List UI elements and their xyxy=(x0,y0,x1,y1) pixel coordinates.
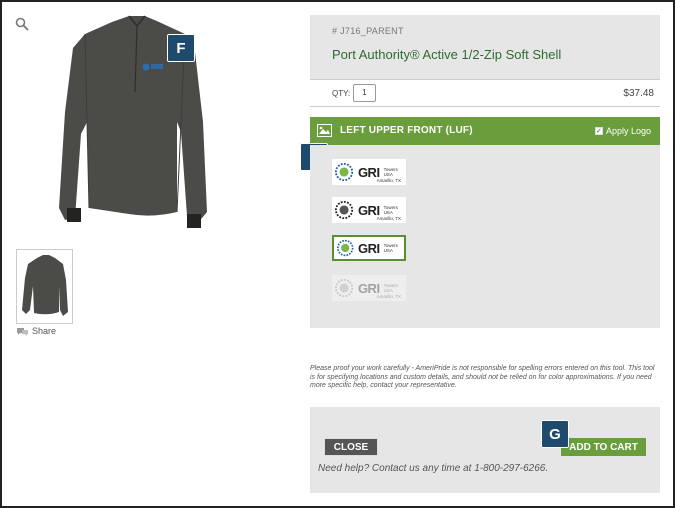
logo-subtext: Towers USA xyxy=(383,243,398,253)
logo-option-2[interactable]: GRI Towers USA Amarillo, TX xyxy=(332,197,406,223)
help-text: Need help? Contact us any time at 1-800-… xyxy=(318,463,549,474)
dialog-frame: F Share # J716_PARENT Port Authority® Ac… xyxy=(0,0,675,508)
logo-city: Amarillo, TX xyxy=(376,216,401,221)
product-price: $37.48 xyxy=(623,88,654,99)
gri-globe-icon xyxy=(335,278,354,298)
add-to-cart-button[interactable]: ADD TO CART xyxy=(561,438,646,456)
logo-options: GRI Towers USA Amarillo, TX GRI Towers U… xyxy=(310,145,660,328)
share-icon xyxy=(17,327,28,336)
callout-badge-g: G xyxy=(541,420,569,448)
logo-option-4[interactable]: GRI Towers USA Amarillo, TX xyxy=(332,275,406,301)
gri-globe-icon xyxy=(337,239,354,257)
logo-wordmark: GRI xyxy=(358,240,380,256)
quantity-row: QTY: 1 $37.48 xyxy=(310,79,660,107)
share-link[interactable]: Share xyxy=(16,326,56,336)
logo-city: Amarillo, TX xyxy=(376,294,401,299)
apply-logo-label: Apply Logo xyxy=(605,126,651,136)
magnify-icon[interactable] xyxy=(15,17,29,31)
logo-option-3[interactable]: GRI Towers USA xyxy=(332,235,406,261)
qty-input[interactable]: 1 xyxy=(353,84,376,102)
gri-globe-icon xyxy=(335,162,354,182)
thumbnail-jacket xyxy=(22,255,68,316)
share-label: Share xyxy=(32,326,57,336)
location-label: LEFT UPPER FRONT (LUF) xyxy=(340,125,473,136)
product-sku: # J716_PARENT xyxy=(332,26,404,36)
apply-logo-toggle[interactable]: ✓ Apply Logo xyxy=(594,126,651,136)
apply-logo-checkbox[interactable]: ✓ xyxy=(594,127,603,135)
logo-city: Amarillo, TX xyxy=(376,178,401,183)
location-header[interactable]: LEFT UPPER FRONT (LUF) ✓ Apply Logo xyxy=(310,117,660,145)
image-icon xyxy=(317,124,332,137)
logo-subtext: Towers USA xyxy=(383,167,398,177)
disclaimer-text: Please proof your work carefully - Ameri… xyxy=(310,365,655,389)
callout-badge-f: F xyxy=(167,34,195,62)
close-button[interactable]: CLOSE xyxy=(324,438,378,456)
logo-subtext: Towers USA xyxy=(383,283,398,293)
product-title: Port Authority® Active 1/2-Zip Soft Shel… xyxy=(332,47,562,62)
thumbnail-image[interactable] xyxy=(16,249,73,324)
logo-subtext: Towers USA xyxy=(383,205,398,215)
logo-option-1[interactable]: GRI Towers USA Amarillo, TX xyxy=(332,159,406,185)
gri-globe-icon xyxy=(335,200,354,220)
qty-label: QTY: xyxy=(332,89,351,98)
action-bar: CLOSE ADD TO CART Need help? Contact us … xyxy=(310,407,660,493)
product-header: # J716_PARENT Port Authority® Active 1/2… xyxy=(310,15,660,79)
